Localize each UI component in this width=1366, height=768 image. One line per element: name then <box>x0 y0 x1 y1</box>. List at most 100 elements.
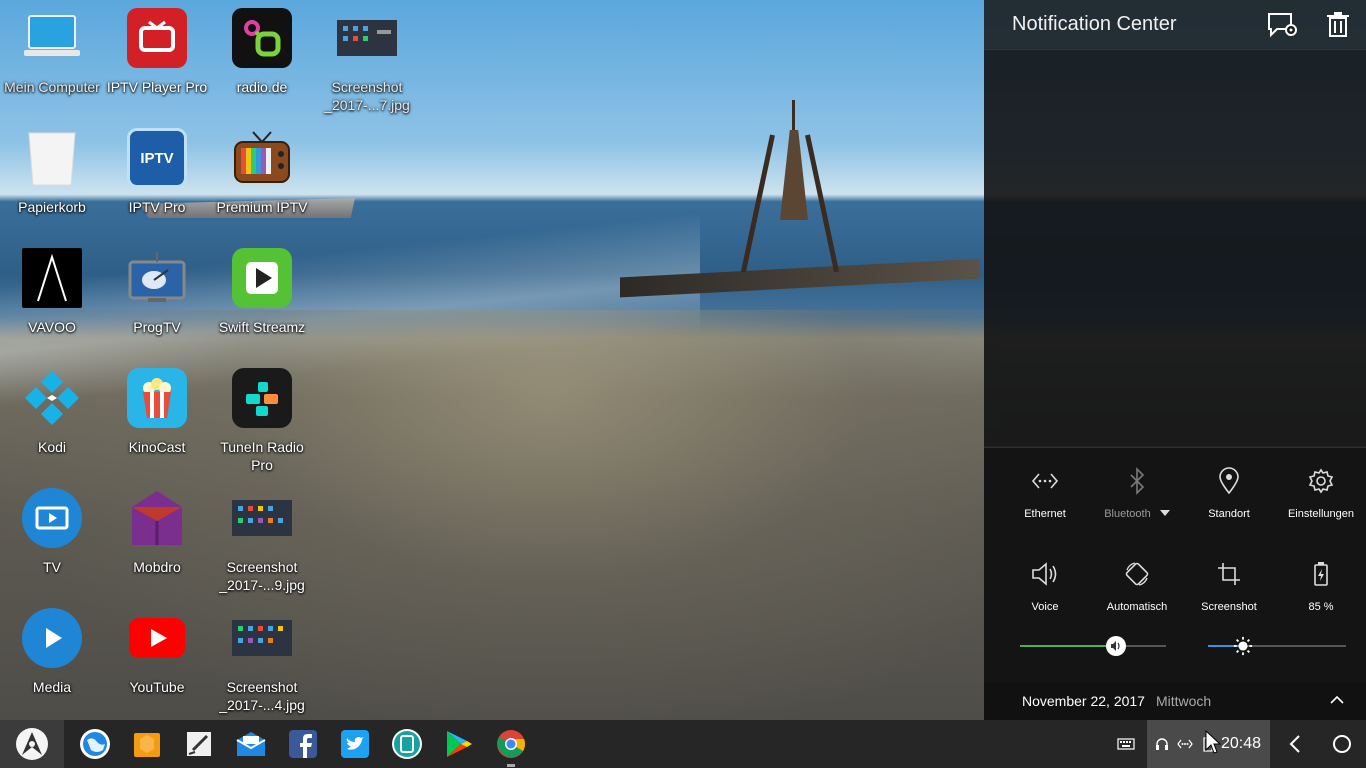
taskbar-app-tablet-mode[interactable] <box>391 728 423 760</box>
volume-icon <box>1111 641 1120 651</box>
tower-leg <box>805 134 840 273</box>
vavoo-icon <box>22 248 82 308</box>
desktop-icon-label: radio.de <box>236 79 288 95</box>
desktop-icon-mobdro[interactable]: Mobdro <box>105 488 209 576</box>
quick-tile-label: Einstellungen <box>1287 508 1355 520</box>
quick-tile-standort[interactable]: Standort <box>1183 466 1275 520</box>
clear-all-button[interactable] <box>1321 10 1355 40</box>
taskbar-app-facebook[interactable] <box>287 728 319 760</box>
quick-tile-voice[interactable]: Voice <box>999 559 1091 613</box>
tower-mast <box>792 100 795 135</box>
desktop-icon-screenshot-7[interactable]: Screenshot _2017-...7.jpg <box>315 8 419 114</box>
desktop-icon-progtv[interactable]: ProgTV <box>105 248 209 336</box>
quick-tile-einstellungen[interactable]: Einstellungen <box>1275 466 1366 520</box>
twitter-icon <box>341 730 369 758</box>
youtube-icon <box>127 608 187 668</box>
auto-rotate-icon <box>1122 559 1152 589</box>
desktop-icon-label: Media <box>32 679 72 695</box>
quick-tile-screenshot[interactable]: Screenshot <box>1183 559 1275 613</box>
retro-tv-icon <box>232 128 292 188</box>
desktop-icon-label: IPTV Player Pro <box>106 79 208 95</box>
desktop-icon-papierkorb[interactable]: Papierkorb <box>0 128 104 216</box>
desktop-icon-label: VAVOO <box>28 319 76 335</box>
tv-icon <box>127 8 187 68</box>
keyboard-button[interactable] <box>1113 733 1139 755</box>
image-thumbnail-icon <box>232 608 292 668</box>
image-thumbnail-icon <box>232 488 292 548</box>
desktop-icon-tunein-radio-pro[interactable]: TuneIn Radio Pro <box>210 368 314 474</box>
kodi-icon <box>22 368 82 428</box>
desktop-icon-label: Papierkorb <box>18 199 86 215</box>
taskbar-app-play-store[interactable] <box>443 728 475 760</box>
desktop-icon-iptv-pro[interactable]: IPTV IPTV Pro <box>105 128 209 216</box>
battery-icon <box>1306 559 1336 589</box>
taskbar-app-email[interactable] <box>235 728 267 760</box>
bluetooth-icon <box>1122 466 1152 496</box>
ethernet-icon <box>1030 466 1060 496</box>
clear-all-icon <box>1327 12 1349 37</box>
taskbar-app-twitter[interactable] <box>339 728 371 760</box>
quick-tile-ethernet[interactable]: Ethernet <box>999 466 1091 520</box>
desktop-icon-iptv-player-pro[interactable]: IPTV Player Pro <box>105 8 209 96</box>
desktop-icon-label: Premium IPTV <box>216 199 308 215</box>
taskbar-app-files[interactable] <box>131 728 163 760</box>
desktop-icon-screenshot-4[interactable]: Screenshot _2017-...4.jpg <box>210 608 314 714</box>
notification-list <box>984 50 1366 446</box>
browser-globe-icon <box>80 729 110 759</box>
quick-tile-automatisch[interactable]: Automatisch <box>1091 559 1183 613</box>
quick-tile-label: Ethernet <box>1024 508 1066 520</box>
taskbar-app-notes[interactable] <box>183 728 215 760</box>
iptv-pro-icon: IPTV <box>127 128 187 188</box>
trash-icon <box>22 128 82 188</box>
desktop-icon-kodi[interactable]: Kodi <box>0 368 104 456</box>
desktop-icon-youtube[interactable]: YouTube <box>105 608 209 696</box>
desktop-icon-mein-computer[interactable]: Mein Computer <box>0 8 104 96</box>
brightness-slider[interactable] <box>1208 636 1346 656</box>
quick-tile-battery[interactable]: 85 % <box>1275 559 1366 613</box>
clock: 20:48 <box>1221 735 1262 752</box>
crop-icon <box>1214 559 1244 589</box>
weekday-text: Mittwoch <box>1155 693 1212 709</box>
desktop-icon-label: Kodi <box>37 439 67 455</box>
desktop-icon-label: Mobdro <box>133 559 181 575</box>
media-play-icon <box>22 608 82 668</box>
desktop-icon-label: Screenshot _2017-...9.jpg <box>219 559 305 593</box>
chrome-icon <box>497 730 525 758</box>
facebook-icon <box>289 730 317 758</box>
dropdown-arrow-icon[interactable] <box>1159 509 1170 517</box>
notification-settings-button[interactable] <box>1266 10 1300 40</box>
volume-slider[interactable] <box>1020 636 1166 656</box>
notification-settings-icon <box>1268 13 1297 38</box>
desktop-icon-premium-iptv[interactable]: Premium IPTV <box>210 128 314 216</box>
desktop-icon-vavoo[interactable]: VAVOO <box>0 248 104 336</box>
desktop-icon-swift-streamz[interactable]: Swift Streamz <box>210 248 314 336</box>
tower-leg <box>740 134 775 273</box>
tablet-mode-icon <box>392 729 422 759</box>
mouse-cursor-icon <box>1205 730 1221 754</box>
desktop-icon-label: Swift Streamz <box>218 319 306 335</box>
back-button[interactable] <box>1283 732 1307 756</box>
chevron-up-icon <box>1330 695 1344 704</box>
desktop-icon-screenshot-9[interactable]: Screenshot _2017-...9.jpg <box>210 488 314 594</box>
brightness-icon <box>1233 636 1252 656</box>
desktop-icon-label: IPTV Pro <box>128 199 186 215</box>
taskbar-app-chrome[interactable] <box>495 728 527 760</box>
desktop-icon-tv[interactable]: TV <box>0 488 104 576</box>
start-button[interactable] <box>0 720 64 768</box>
home-button[interactable] <box>1330 732 1354 756</box>
desktop-icon-kinocast[interactable]: KinoCast <box>105 368 209 456</box>
quick-tile-bluetooth[interactable]: Bluetooth <box>1091 466 1183 520</box>
date-bar: November 22, 2017 Mittwoch <box>984 682 1366 720</box>
brightness-slider-knob[interactable] <box>1233 636 1253 656</box>
popcorn-icon <box>127 368 187 428</box>
desktop-icon-media[interactable]: Media <box>0 608 104 696</box>
taskbar-app-browser[interactable] <box>79 728 111 760</box>
desktop-icon-label: TuneIn Radio Pro <box>220 439 304 473</box>
image-thumbnail-icon <box>337 8 397 68</box>
play-icon <box>232 248 292 308</box>
collapse-button[interactable] <box>1328 691 1346 714</box>
taskbar: 20:48 <box>0 720 1366 768</box>
desktop-icon-radio-de[interactable]: radio.de <box>210 8 314 96</box>
play-store-icon <box>447 731 472 757</box>
quick-tile-label: 85 % <box>1308 601 1334 613</box>
